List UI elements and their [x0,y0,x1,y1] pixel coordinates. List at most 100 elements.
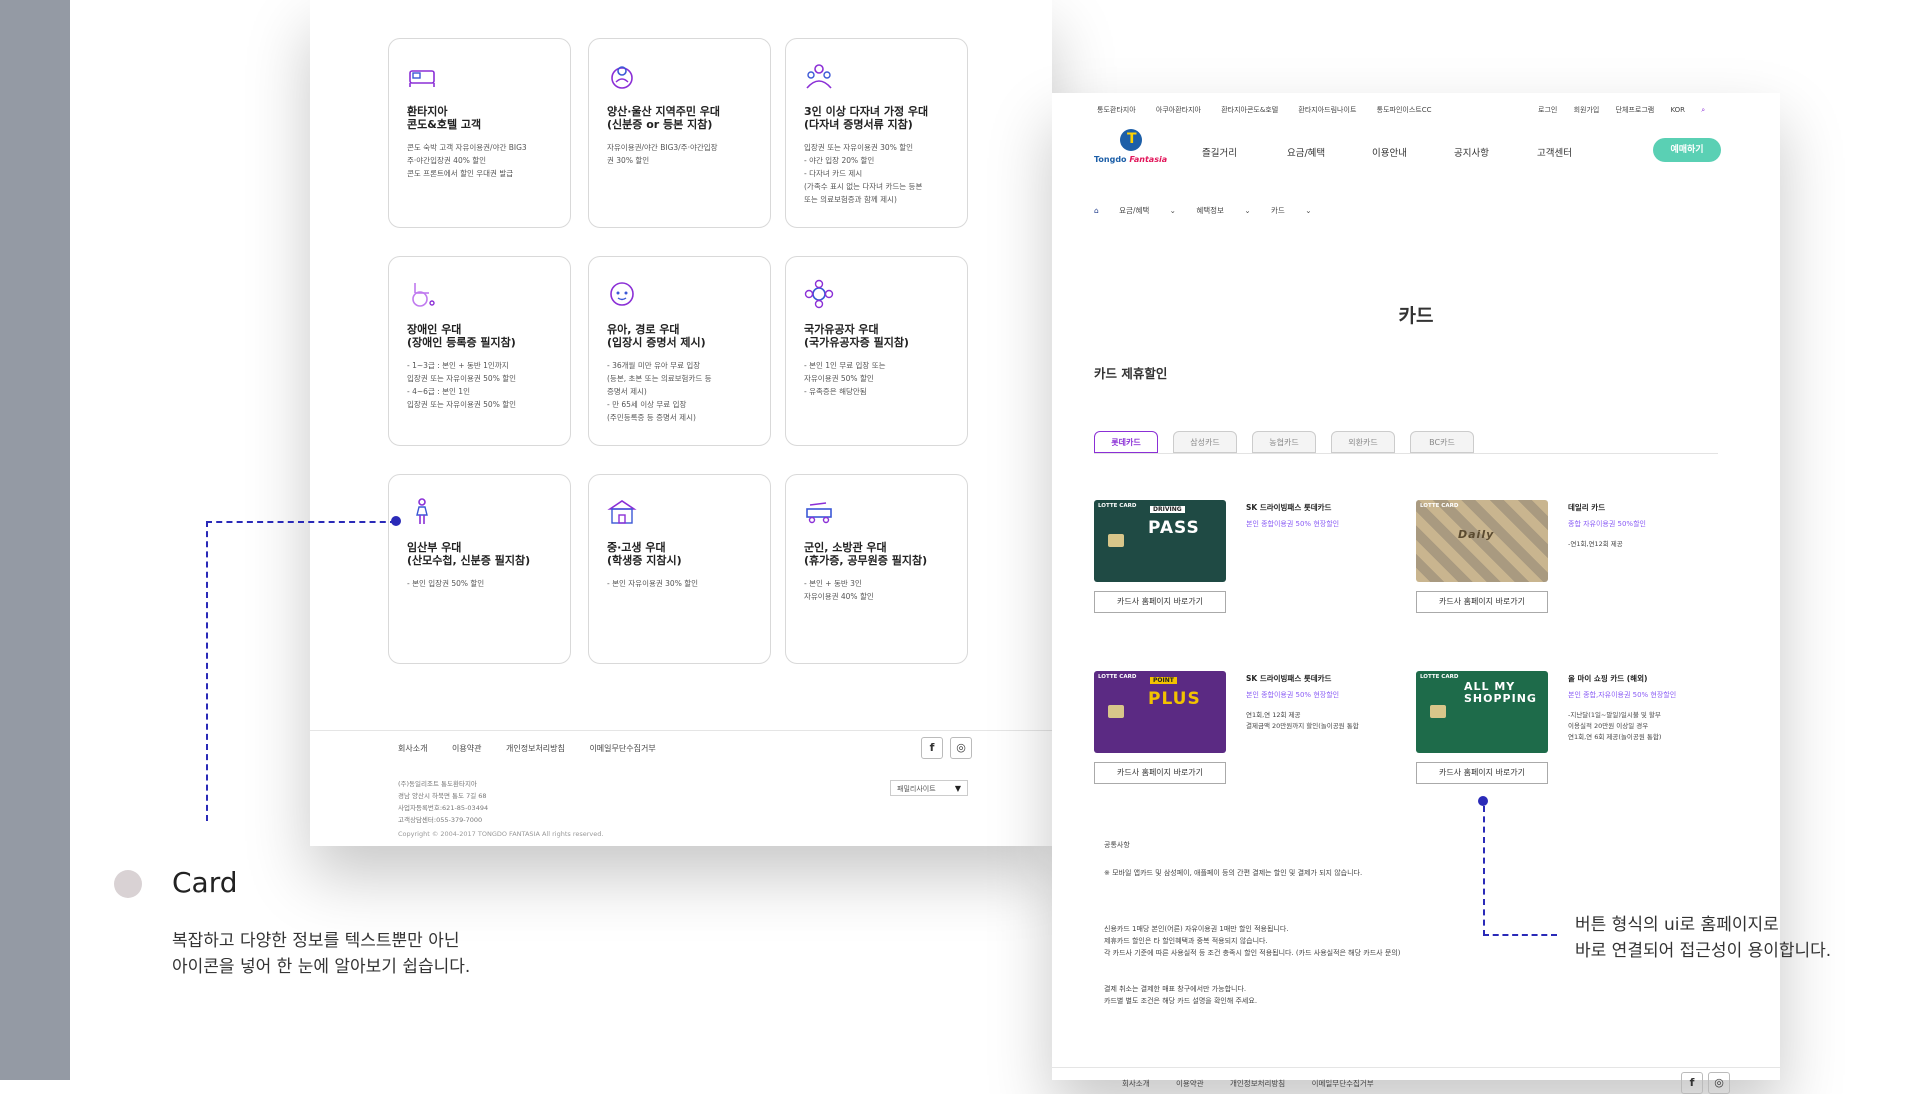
credit-card-image: LOTTE CARD Daily [1416,500,1548,582]
util-link[interactable]: 환타지아드림나이트 [1298,106,1356,114]
group-program-link[interactable]: 단체프로그램 [1616,106,1655,114]
card-desc: 콘도 숙박 고객 자유이용권/야간 BIG3 주·야간입장권 40% 할인 콘도… [407,143,527,178]
card-desc: - 36개월 미만 유아 무료 입장 (등본, 초본 또는 의료보험카드 등 증… [607,361,712,422]
instagram-icon[interactable]: ◎ [950,737,972,759]
search-icon[interactable]: ⌕ [1701,106,1705,114]
card-info: SK 드라이빙패스 롯데카드 본인 종합이용권 50% 현장할인 연1회,연 1… [1246,673,1386,732]
member-links: 로그인 회원가입 단체프로그램 KOR ⌕ [1538,105,1719,115]
card-info: SK 드라이빙패스 롯데카드 본인 종합이용권 50% 현장할인 [1246,502,1386,539]
card-desc: - 본인 + 동반 3인 자유이용권 40% 할인 [804,579,874,601]
gnb-item[interactable]: 요금/혜택 [1287,145,1325,159]
card-homepage-button[interactable]: 카드사 홈페이지 바로가기 [1094,762,1226,784]
card-name: SK 드라이빙패스 롯데카드 [1246,674,1332,683]
footer-link[interactable]: 이메일무단수집거부 [1312,1079,1374,1088]
page-title: 카드 [1398,305,1434,327]
util-link[interactable]: 통도파인이스트CC [1377,106,1432,114]
credit-card-image: LOTTE CARD POINT PLUS [1094,671,1226,753]
footer-link[interactable]: 회사소개 [1122,1079,1150,1088]
card-name: 데일리 카드 [1568,503,1606,512]
credit-card-image: LOTTE CARD DRIVING PASS [1094,500,1226,582]
card-title: 환타지아 콘도&호텔 고객 [407,105,482,131]
benefit-card[interactable]: 3인 이상 다자녀 가정 우대 (다자녀 증명서류 지참) 입장권 또는 자유이… [785,38,968,228]
footer-link[interactable]: 회사소개 [398,744,427,753]
map-pin-icon [611,66,633,89]
card-desc: 자유이용권/야간 BIG3/주·야간입장 권 30% 할인 [607,143,718,165]
gnb-item[interactable]: 공지사항 [1454,145,1489,159]
card-benefit: 본인 종합이용권 50% 현장할인 [1246,691,1340,699]
card-desc: - 본인 자유이용권 30% 할인 [607,579,699,588]
card-homepage-button[interactable]: 카드사 홈페이지 바로가기 [1094,591,1226,613]
facebook-icon[interactable]: f [921,737,943,759]
home-icon[interactable]: ⌂ [1094,206,1099,215]
benefit-card[interactable]: 중·고생 우대 (학생증 지참시) - 본인 자유이용권 30% 할인 [588,474,771,664]
tab-samsung[interactable]: 삼성카드 [1173,431,1237,453]
instagram-icon[interactable]: ◎ [1708,1072,1730,1094]
logo-mark [1120,129,1142,151]
family-site-links: 통도환타지아 아쿠아환타지아 환타지아콘도&호텔 환타지아드림나이트 통도파인이… [1097,105,1449,115]
card-info: 올 마이 쇼핑 카드 (해외) 본인 종합,자유이용권 50% 현장할인 -지난… [1568,673,1708,743]
footer-link[interactable]: 개인정보처리방침 [506,744,565,753]
reserve-button[interactable]: 예매하기 [1653,138,1721,162]
card-benefit: 본인 종합이용권 50% 현장할인 [1246,520,1340,528]
annotation-connector [1483,806,1485,936]
card-company-tabs: 롯데카드 삼성카드 농협카드 외환카드 BC카드 [1094,431,1718,454]
language-select[interactable]: KOR [1670,106,1685,114]
tab-bc[interactable]: BC카드 [1410,431,1474,453]
benefit-card[interactable]: 군인, 소방관 우대 (휴가증, 공무원증 필지참) - 본인 + 동반 3인 … [785,474,968,664]
footer-link[interactable]: 개인정보처리방침 [1230,1079,1285,1088]
card-homepage-button[interactable]: 카드사 홈페이지 바로가기 [1416,591,1548,613]
baby-icon [610,282,634,306]
benefit-card[interactable]: 환타지아 콘도&호텔 고객 콘도 숙박 고객 자유이용권/야간 BIG3 주·야… [388,38,571,228]
annotation-dot [391,516,401,526]
login-link[interactable]: 로그인 [1538,106,1557,114]
annotation-connector [206,521,208,821]
footer-link[interactable]: 이용약관 [452,744,481,753]
gnb-item[interactable]: 즐길거리 [1202,145,1237,159]
benefit-card[interactable]: 국가유공자 우대 (국가유공자증 필지참) - 본인 1인 무료 입장 또는 자… [785,256,968,446]
card-title: 군인, 소방관 우대 (휴가증, 공무원증 필지참) [804,541,928,567]
school-icon [607,500,637,524]
card-homepage-button[interactable]: 카드사 홈페이지 바로가기 [1416,762,1548,784]
notice-title: 공통사항 [1104,841,1130,849]
card-title: 국가유공자 우대 (국가유공자증 필지참) [804,323,909,349]
copyright: Copyright © 2004-2017 TONGDO FANTASIA Al… [398,830,604,838]
util-link[interactable]: 아쿠아환타지아 [1156,106,1201,114]
tab-lotte[interactable]: 롯데카드 [1094,431,1158,453]
facebook-icon[interactable]: f [1681,1072,1703,1094]
benefit-card[interactable]: 유아, 경로 우대 (입장시 증명서 제시) - 36개월 미만 유아 무료 입… [588,256,771,446]
breadcrumb-item[interactable]: 요금/혜택 ⌄ [1119,206,1176,215]
util-link[interactable]: 통도환타지아 [1097,106,1136,114]
breadcrumb-item[interactable]: 혜택정보 ⌄ [1196,206,1250,215]
card-title: 중·고생 우대 (학생증 지참시) [607,541,682,567]
family-site-select[interactable]: 패밀리사이트 [890,780,968,797]
firetruck-icon [806,502,832,524]
card-title: 임산부 우대 (산모수첩, 신분증 필지참) [407,541,531,567]
emblem-icon [804,279,834,309]
tab-keb[interactable]: 외환카드 [1331,431,1395,453]
benefit-card[interactable]: 장애인 우대 (장애인 등록증 필지참) - 1~3급 : 본인 + 동반 1인… [388,256,571,446]
card-name: SK 드라이빙패스 롯데카드 [1246,503,1332,512]
footer-links: 회사소개 이용약관 개인정보처리방침 이메일무단수집거부 [398,743,678,754]
site-logo[interactable]: Tongdo Fantasia [1094,129,1168,169]
benefit-card[interactable]: 양산·울산 지역주민 우대 (신분증 or 등본 지참) 자유이용권/야간 BI… [588,38,771,228]
gnb-item[interactable]: 고객센터 [1537,145,1572,159]
card-desc: - 본인 입장권 50% 할인 [407,579,485,588]
credit-card-image: LOTTE CARD ALL MY SHOPPING [1416,671,1548,753]
annotation-description: 복잡하고 다양한 정보를 텍스트뿐만 아닌 아이콘을 넣어 한 눈에 알아보기 … [172,931,471,977]
footer-link[interactable]: 이용약관 [1176,1079,1204,1088]
annotation-dot [1478,796,1488,806]
benefit-card[interactable]: 임산부 우대 (산모수첩, 신분증 필지참) - 본인 입장권 50% 할인 [388,474,571,664]
util-link[interactable]: 환타지아콘도&호텔 [1221,106,1278,114]
footer-link[interactable]: 이메일무단수집거부 [589,744,655,753]
benefit-page-mockup: 환타지아 콘도&호텔 고객 콘도 숙박 고객 자유이용권/야간 BIG3 주·야… [310,0,1052,846]
section-title: 카드 제휴할인 [1094,366,1168,381]
card-conditions: -지난달(1일~말일)일시불 및 할부 이용실적 20만원 이상일 경우 연1회… [1568,711,1662,741]
legend-bullet [114,870,142,898]
tab-nonghyup[interactable]: 농협카드 [1252,431,1316,453]
signup-link[interactable]: 회원가입 [1574,106,1600,114]
gnb-item[interactable]: 이용안내 [1372,145,1407,159]
breadcrumb-item[interactable]: 카드 ⌄ [1271,206,1311,215]
footer-links-bar: 회사소개 이용약관 개인정보처리방침 이메일무단수집거부 f ◎ [1052,1067,1780,1094]
card-title: 양산·울산 지역주민 우대 (신분증 or 등본 지참) [607,105,721,131]
left-gray-strip [0,0,70,1080]
